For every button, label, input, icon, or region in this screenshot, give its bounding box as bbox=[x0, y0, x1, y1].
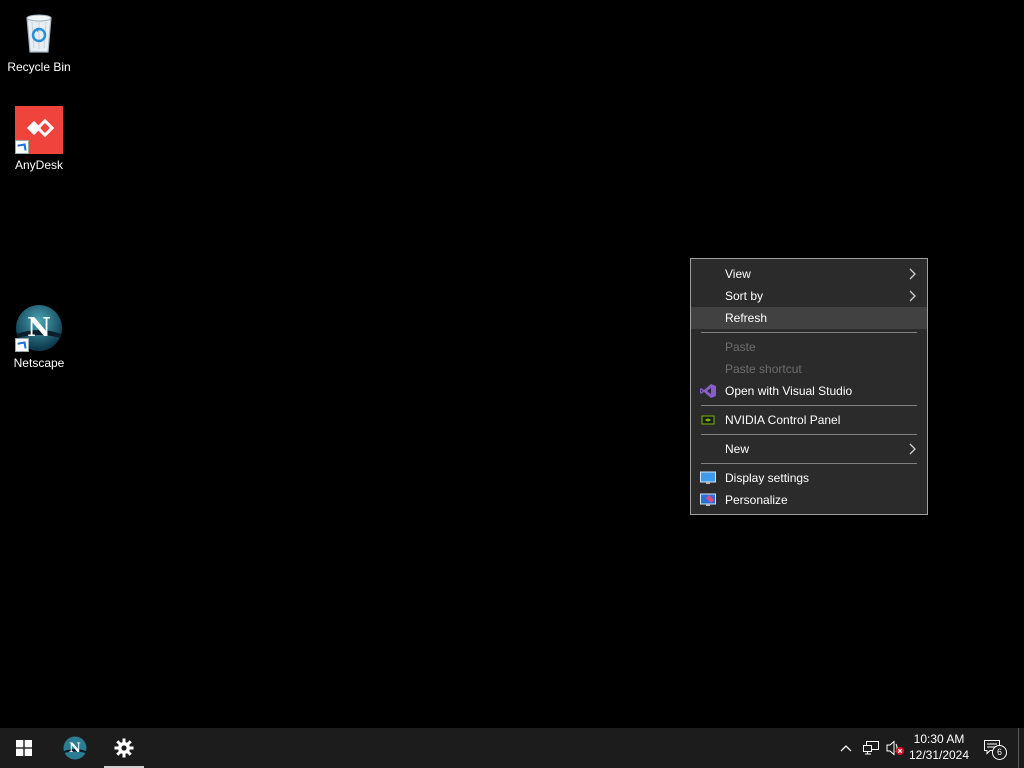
start-button[interactable] bbox=[4, 728, 44, 768]
menu-item-view[interactable]: View bbox=[691, 263, 927, 285]
menu-item-nvidia-control-panel[interactable]: NVIDIA Control Panel bbox=[691, 409, 927, 431]
show-desktop-button[interactable] bbox=[1018, 728, 1019, 768]
menu-separator bbox=[701, 405, 917, 406]
menu-item-personalize[interactable]: Personalize bbox=[691, 489, 927, 511]
chevron-up-icon bbox=[840, 745, 852, 752]
taskbar-clock[interactable]: 10:30 AM 12/31/2024 bbox=[900, 731, 978, 763]
menu-item-label: Personalize bbox=[725, 493, 788, 507]
menu-item-open-with-visual-studio[interactable]: Open with Visual Studio bbox=[691, 380, 927, 402]
desktop-icon-recycle-bin[interactable]: Recycle Bin bbox=[4, 8, 74, 74]
gear-icon bbox=[114, 738, 134, 758]
personalize-icon bbox=[700, 493, 716, 506]
svg-text:N: N bbox=[69, 741, 81, 756]
clock-time: 10:30 AM bbox=[913, 732, 965, 746]
network-button[interactable] bbox=[860, 728, 882, 768]
desktop-icon-anydesk[interactable]: AnyDesk bbox=[4, 106, 74, 172]
menu-item-label: New bbox=[725, 442, 750, 456]
display-settings-icon bbox=[700, 471, 716, 484]
menu-item-label: Paste shortcut bbox=[725, 362, 802, 376]
menu-separator bbox=[701, 463, 917, 464]
desktop-icon-label: AnyDesk bbox=[14, 158, 64, 172]
chevron-right-icon bbox=[909, 268, 916, 280]
netscape-icon: N bbox=[63, 736, 87, 760]
menu-item-display-settings[interactable]: Display settings bbox=[691, 467, 927, 489]
menu-item-label: Refresh bbox=[725, 311, 768, 325]
windows-logo-icon bbox=[16, 740, 32, 756]
desktop-context-menu: View Sort by Refresh Paste Paste shortcu… bbox=[690, 258, 928, 515]
action-center-button[interactable]: 6 bbox=[980, 728, 1007, 768]
taskbar-app-settings[interactable] bbox=[104, 728, 144, 768]
menu-item-paste-shortcut[interactable]: Paste shortcut bbox=[691, 358, 927, 380]
visual-studio-icon bbox=[700, 384, 716, 398]
menu-item-paste[interactable]: Paste bbox=[691, 336, 927, 358]
menu-item-label: Open with Visual Studio bbox=[725, 384, 853, 398]
menu-item-sort-by[interactable]: Sort by bbox=[691, 285, 927, 307]
menu-item-label: Sort by bbox=[725, 289, 764, 303]
show-hidden-icons-button[interactable] bbox=[836, 728, 856, 768]
chevron-right-icon bbox=[909, 290, 916, 302]
taskbar-app-netscape[interactable]: N bbox=[55, 728, 95, 768]
chevron-right-icon bbox=[909, 443, 916, 455]
menu-separator bbox=[701, 332, 917, 333]
taskbar: N 10:30 AM 12/31/2024 6 bbox=[0, 728, 1024, 768]
menu-item-label: Display settings bbox=[725, 471, 810, 485]
anydesk-icon bbox=[15, 106, 63, 154]
svg-text:N: N bbox=[27, 313, 51, 343]
netscape-icon: N bbox=[15, 304, 63, 352]
desktop-icon-netscape[interactable]: N Netscape bbox=[4, 304, 74, 370]
menu-item-label: NVIDIA Control Panel bbox=[725, 413, 841, 427]
menu-separator bbox=[701, 434, 917, 435]
shortcut-arrow-icon bbox=[15, 338, 29, 352]
menu-item-refresh[interactable]: Refresh bbox=[691, 307, 927, 329]
shortcut-arrow-icon bbox=[15, 140, 29, 154]
menu-item-label: Paste bbox=[725, 340, 756, 354]
desktop-icon-label: Recycle Bin bbox=[7, 60, 71, 74]
recycle-bin-icon bbox=[15, 8, 63, 56]
menu-item-new[interactable]: New bbox=[691, 438, 927, 460]
desktop-icon-label: Netscape bbox=[13, 356, 65, 370]
menu-item-label: View bbox=[725, 267, 751, 281]
nvidia-icon bbox=[701, 415, 715, 425]
clock-date: 12/31/2024 bbox=[908, 748, 970, 762]
network-icon bbox=[863, 741, 879, 755]
notification-count-badge: 6 bbox=[992, 745, 1007, 760]
